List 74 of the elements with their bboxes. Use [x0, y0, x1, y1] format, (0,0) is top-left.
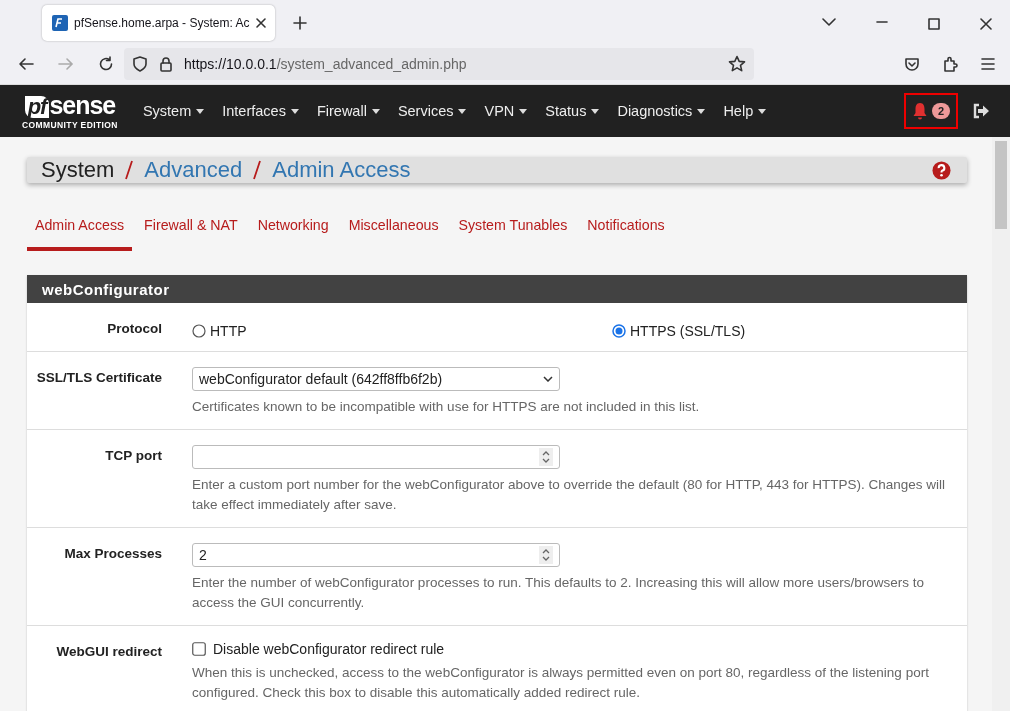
caret-icon [697, 108, 706, 114]
maximize-icon[interactable] [928, 18, 940, 30]
notification-count: 2 [931, 103, 950, 119]
pfsense-logo[interactable]: pfsense COMMUNITY EDITION [22, 92, 118, 130]
chevron-down-icon [543, 376, 553, 382]
menu-icon[interactable] [980, 56, 996, 72]
address-bar[interactable]: https://10.0.0.1/system_advanced_admin.php [124, 48, 754, 80]
caret-icon [458, 108, 467, 114]
nav-menu[interactable]: Firewall [307, 103, 389, 119]
close-icon[interactable] [980, 18, 992, 30]
field-label: Protocol [106, 320, 162, 338]
minimize-icon[interactable] [876, 18, 888, 26]
radio-button[interactable] [192, 324, 206, 338]
back-icon[interactable] [18, 56, 34, 72]
logout-icon[interactable] [972, 103, 990, 119]
nav-menu[interactable]: System [133, 103, 214, 119]
tab[interactable]: Firewall & NAT [136, 217, 246, 251]
help-text: Certificates known to be incompatible with use for HTTPS are not included in this list. [192, 398, 701, 416]
new-tab-icon[interactable] [293, 16, 308, 30]
checkbox[interactable] [192, 642, 206, 656]
number-field[interactable]: 2 [192, 543, 560, 567]
browser-tab[interactable]: pfSense.home.arpa - System: Ac [42, 5, 276, 41]
close-icon[interactable] [255, 17, 268, 29]
radio-label: HTTP [210, 323, 247, 339]
select-field[interactable]: webConfigurator default (642ff8ffb6f2b) [192, 367, 560, 391]
lock-icon [158, 56, 174, 72]
favicon-icon [52, 15, 68, 31]
nav-menu[interactable]: Diagnostics [608, 103, 715, 119]
breadcrumb-text: System [41, 157, 115, 183]
nav-menu[interactable]: Services [388, 103, 476, 119]
notifications-button[interactable]: 2 [903, 93, 958, 129]
nav-menu[interactable]: VPN [475, 103, 537, 119]
slash-icon [252, 160, 263, 180]
star-icon[interactable] [728, 55, 746, 73]
radio-label: HTTPS (SSL/TLS) [630, 323, 746, 339]
bell-icon [911, 102, 928, 120]
breadcrumb-link[interactable]: Advanced [144, 157, 243, 183]
help-icon[interactable] [932, 160, 951, 180]
tab-title: pfSense.home.arpa - System: Ac [74, 16, 250, 30]
caret-icon [758, 108, 767, 114]
url-text: https://10.0.0.1/system_advanced_admin.php [184, 56, 468, 72]
help-text: Enter a custom port number for the webConfigurator above to override the default (80 for HTTP, 443 for HTTPS). Changes will take effect immediately after save. [192, 476, 947, 514]
field-label: SSL/TLS Certificate [35, 369, 162, 387]
field-label: Max Processes [63, 545, 162, 563]
spinner-icon[interactable] [539, 448, 553, 466]
checkbox-label: Disable webConfigurator redirect rule [213, 641, 445, 657]
reload-icon[interactable] [98, 56, 114, 72]
breadcrumb-link[interactable]: Admin Access [272, 157, 411, 183]
nav-menu[interactable]: Interfaces [213, 103, 308, 119]
tab[interactable]: Notifications [579, 217, 673, 251]
slash-icon [124, 160, 135, 180]
caret-icon [591, 108, 600, 114]
shield-icon [132, 56, 148, 72]
nav-menu[interactable]: Status [536, 103, 609, 119]
help-text: When this is unchecked, access to the webConfigurator is always permitted even on port 80, regardless of the listening port configured. Check this box to disable this automatically added redirect rule. [192, 664, 930, 702]
tab[interactable]: Admin Access [27, 217, 133, 251]
extensions-icon[interactable] [942, 56, 958, 72]
field-label: WebGUI redirect [55, 643, 162, 661]
section-header: webConfigurator [27, 275, 967, 303]
caret-icon [519, 108, 528, 114]
tab[interactable]: System Tunables [450, 217, 576, 251]
caret-icon [371, 108, 380, 114]
field-label: TCP port [104, 447, 162, 465]
pocket-icon[interactable] [904, 56, 920, 72]
tab[interactable]: Networking [249, 217, 337, 251]
chevron-down-icon[interactable] [822, 18, 836, 26]
nav-menu[interactable]: Help [714, 103, 776, 119]
number-field[interactable] [192, 445, 560, 469]
caret-icon [196, 108, 205, 114]
tab[interactable]: Miscellaneous [340, 217, 447, 251]
radio-button[interactable] [612, 324, 626, 338]
spinner-icon[interactable] [539, 546, 553, 564]
caret-icon [290, 108, 299, 114]
help-text: Enter the number of webConfigurator processes to run. This defaults to 2. Increasing this will allow more users/browsers to access the GUI concurrently. [192, 574, 926, 612]
